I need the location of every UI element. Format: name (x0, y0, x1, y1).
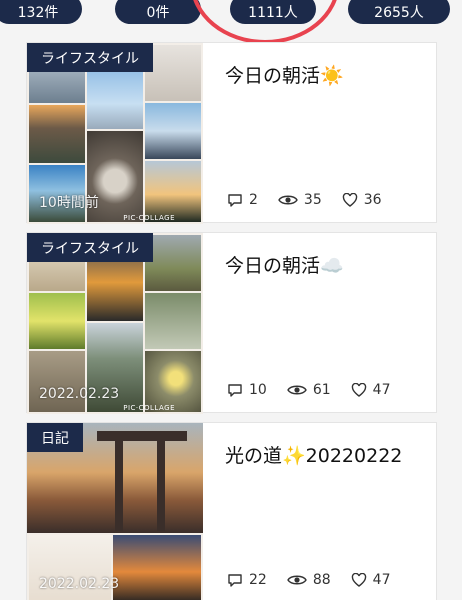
eye-icon (278, 195, 298, 205)
like-count: 47 (372, 572, 391, 588)
like-count: 36 (363, 192, 382, 208)
view-count: 35 (303, 192, 322, 208)
article-card[interactable]: PIC·COLLAGE ライフスタイル 10時間前 今日の朝活☀️ 2 35 3… (26, 42, 437, 224)
article-title[interactable]: 今日の朝活☁️ (225, 251, 344, 278)
like-count: 47 (372, 382, 391, 398)
stat-articles[interactable]: 132件 (0, 0, 82, 24)
comment-icon (228, 193, 242, 207)
post-time: 2022.02.23 (39, 576, 120, 592)
article-stats: 22 88 47 (227, 572, 390, 588)
heart-icon[interactable] (351, 573, 367, 587)
comment-count: 10 (249, 382, 267, 398)
view-count: 88 (312, 572, 331, 588)
article-card[interactable]: 日記 2022.02.23 光の道✨20220222 22 88 47 (26, 422, 437, 600)
view-count: 61 (312, 382, 331, 398)
stat-drafts[interactable]: 0件 (115, 0, 201, 24)
article-stats: 10 61 47 (227, 382, 390, 398)
article-title[interactable]: 今日の朝活☀️ (225, 61, 344, 88)
eye-icon (287, 575, 307, 585)
collage-label: PIC·COLLAGE (123, 214, 175, 222)
comment-count: 22 (249, 572, 267, 588)
category-tag[interactable]: 日記 (27, 423, 83, 452)
eye-icon (287, 385, 307, 395)
article-card[interactable]: PIC·COLLAGE ライフスタイル 2022.02.23 今日の朝活☁️ 1… (26, 232, 437, 414)
heart-icon[interactable] (351, 383, 367, 397)
comment-count: 2 (249, 192, 258, 208)
post-time: 10時間前 (39, 195, 99, 211)
article-title[interactable]: 光の道✨20220222 (225, 441, 402, 468)
heart-icon[interactable] (342, 193, 358, 207)
comment-icon (228, 383, 242, 397)
stats-bar: 132件 0件 1111人 2655人 (0, 0, 462, 44)
stat-following[interactable]: 2655人 (348, 0, 450, 24)
comment-icon (228, 573, 242, 587)
collage-label: PIC·COLLAGE (123, 404, 175, 412)
post-time: 2022.02.23 (39, 386, 120, 402)
category-tag[interactable]: ライフスタイル (27, 43, 153, 72)
article-stats: 2 35 36 (227, 192, 382, 208)
category-tag[interactable]: ライフスタイル (27, 233, 153, 262)
stat-followers[interactable]: 1111人 (230, 0, 316, 24)
